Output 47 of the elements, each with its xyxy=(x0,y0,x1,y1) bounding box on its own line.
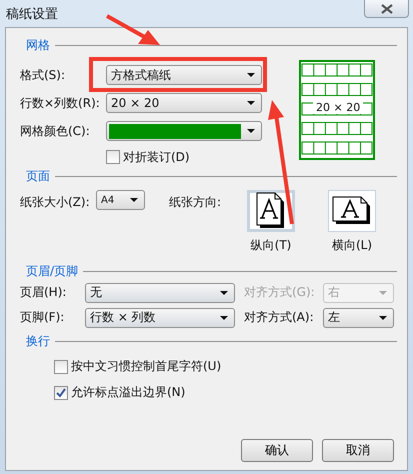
paper-size-dropdown[interactable]: A4 xyxy=(96,190,145,210)
caret-icon xyxy=(130,198,138,202)
fold-label: 对折装订(D) xyxy=(123,148,190,166)
landscape-page-icon xyxy=(332,196,372,226)
size-dropdown[interactable]: 20 × 20 xyxy=(106,93,262,113)
option-label: 允许标点溢出边界(N) xyxy=(71,384,186,401)
color-dropdown[interactable] xyxy=(106,121,262,141)
caret-icon xyxy=(220,316,228,320)
section-heading: 页眉/页脚 xyxy=(25,262,78,280)
grid-preview-label: 20 × 20 xyxy=(313,101,364,114)
portrait-page-icon xyxy=(256,192,286,230)
section-heading: 网格 xyxy=(25,36,50,54)
content-dropdown[interactable]: 无 xyxy=(85,282,235,302)
orientation-label: 纵向(T) xyxy=(250,237,292,254)
dialog-button[interactable]: 取消 xyxy=(322,439,394,462)
size-label: 行数×列数(R): xyxy=(20,94,101,112)
header-footer-label: 页脚(F): xyxy=(20,309,66,326)
orientation-button[interactable] xyxy=(328,190,376,232)
checkbox[interactable] xyxy=(54,386,68,400)
section-heading: 页面 xyxy=(25,168,50,184)
alignment-label: 对齐方式(G): xyxy=(244,284,316,301)
format-label: 格式(S): xyxy=(20,66,66,84)
orientation-label: 纸张方向: xyxy=(169,194,222,211)
dialog-button[interactable]: 确认 xyxy=(241,439,313,462)
checkbox[interactable] xyxy=(54,360,68,374)
annotation-arrow xyxy=(106,14,160,45)
alignment-dropdown[interactable]: 左 xyxy=(323,308,394,328)
orientation-label: 横向(L) xyxy=(332,237,372,254)
section-heading: 换行 xyxy=(25,332,50,350)
format-dropdown[interactable]: 方格式稿纸 xyxy=(106,65,262,85)
orientation-button[interactable] xyxy=(247,190,295,232)
option-label: 按中文习惯控制首尾字符(U) xyxy=(71,358,222,375)
close-button[interactable] xyxy=(364,0,409,18)
window-title: 稿纸设置 xyxy=(5,6,58,23)
close-icon xyxy=(380,4,392,14)
caret-icon xyxy=(220,290,228,294)
caret-icon xyxy=(247,129,255,133)
alignment-label: 对齐方式(A): xyxy=(244,309,315,326)
caret-icon xyxy=(379,290,387,294)
checkbox[interactable] xyxy=(106,150,120,164)
caret-icon xyxy=(247,73,255,77)
caret-icon xyxy=(379,316,387,320)
header-footer-label: 页眉(H): xyxy=(20,284,68,301)
content-dropdown[interactable]: 行数 × 列数 xyxy=(85,308,235,328)
caret-icon xyxy=(247,101,255,105)
paper-size-label: 纸张大小(Z): xyxy=(20,194,91,211)
grid-color-label: 网格颜色(C): xyxy=(20,122,91,140)
